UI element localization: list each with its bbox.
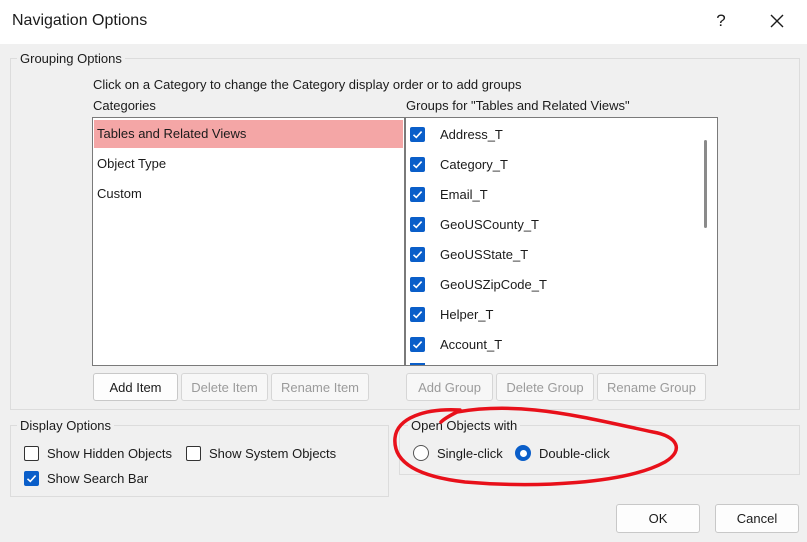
group-item[interactable]: Account_T	[410, 333, 502, 355]
checkmark-icon	[412, 250, 423, 259]
partial-checkbox-edge	[410, 363, 425, 365]
group-item[interactable]: Category_T	[410, 153, 508, 175]
group-item[interactable]: Email_T	[410, 183, 488, 205]
single-click-label: Single-click	[437, 445, 503, 461]
title-bar: Navigation Options ?	[0, 0, 807, 44]
category-item-object-type[interactable]: Object Type	[94, 150, 403, 178]
checkmark-icon	[412, 220, 423, 229]
show-hidden-objects-option[interactable]: Show Hidden Objects	[24, 442, 172, 464]
group-checkbox[interactable]	[410, 126, 425, 142]
add-group-button[interactable]: Add Group	[406, 373, 493, 401]
show-system-objects-checkbox[interactable]	[186, 445, 201, 461]
show-hidden-objects-label: Show Hidden Objects	[47, 445, 173, 461]
delete-item-button[interactable]: Delete Item	[181, 373, 268, 401]
close-button[interactable]	[755, 4, 799, 38]
group-label: Account_T	[440, 336, 503, 352]
open-objects-label: Open Objects with	[408, 418, 521, 433]
grouping-options-label: Grouping Options	[17, 51, 125, 66]
dialog-title: Navigation Options	[12, 12, 148, 29]
checkmark-icon	[412, 160, 423, 169]
group-checkbox[interactable]	[410, 156, 425, 172]
group-label: GeoUSCounty_T	[440, 216, 539, 232]
groups-scrollbar-thumb[interactable]	[704, 140, 707, 228]
group-label: GeoUSZipCode_T	[440, 276, 547, 292]
group-checkbox[interactable]	[410, 276, 425, 292]
group-checkbox[interactable]	[410, 306, 425, 322]
groups-header: Groups for "Tables and Related Views"	[406, 98, 630, 113]
grouping-instructions: Click on a Category to change the Catego…	[93, 77, 522, 92]
cancel-button[interactable]: Cancel	[715, 504, 799, 533]
group-item[interactable]: Address_T	[410, 123, 503, 145]
group-label: Email_T	[440, 186, 488, 202]
category-item-custom[interactable]: Custom	[94, 180, 403, 208]
checkmark-icon	[412, 310, 423, 319]
group-item[interactable]: GeoUSState_T	[410, 243, 528, 265]
categories-header: Categories	[93, 98, 156, 113]
group-item[interactable]: GeoUSCounty_T	[410, 213, 539, 235]
checkmark-icon	[412, 130, 423, 139]
help-button[interactable]: ?	[700, 4, 742, 38]
single-click-radio[interactable]	[413, 445, 429, 461]
group-item[interactable]: Helper_T	[410, 303, 493, 325]
group-item[interactable]: GeoUSZipCode_T	[410, 273, 547, 295]
checkmark-icon	[412, 190, 423, 199]
group-checkbox[interactable]	[410, 186, 425, 202]
rename-item-button[interactable]: Rename Item	[271, 373, 369, 401]
display-options-label: Display Options	[17, 418, 115, 433]
checkmark-icon	[412, 340, 423, 349]
show-search-bar-checkbox[interactable]	[24, 470, 39, 486]
show-search-bar-option[interactable]: Show Search Bar	[24, 467, 148, 489]
group-label: Address_T	[440, 126, 503, 142]
show-hidden-objects-checkbox[interactable]	[24, 445, 39, 461]
group-label: GeoUSState_T	[440, 246, 529, 262]
checkmark-icon	[26, 474, 37, 483]
double-click-label: Double-click	[539, 445, 610, 461]
show-system-objects-option[interactable]: Show System Objects	[186, 442, 336, 464]
delete-group-button[interactable]: Delete Group	[496, 373, 594, 401]
categories-list[interactable]: Tables and Related Views Object Type Cus…	[92, 117, 405, 366]
group-checkbox[interactable]	[410, 246, 425, 262]
rename-group-button[interactable]: Rename Group	[597, 373, 706, 401]
groups-scrollbar[interactable]	[698, 118, 717, 365]
category-item-tables-and-related-views[interactable]: Tables and Related Views	[94, 120, 403, 148]
group-checkbox[interactable]	[410, 336, 425, 352]
add-item-button[interactable]: Add Item	[93, 373, 178, 401]
single-click-option[interactable]: Single-click	[413, 442, 503, 464]
show-system-objects-label: Show System Objects	[209, 445, 337, 461]
group-label: Helper_T	[440, 306, 494, 322]
show-search-bar-label: Show Search Bar	[47, 470, 149, 486]
radio-dot	[519, 449, 527, 457]
checkmark-icon	[412, 280, 423, 289]
groups-list[interactable]: Address_T Category_T Email_T GeoUSCounty…	[405, 117, 718, 366]
double-click-option[interactable]: Double-click	[515, 442, 610, 464]
double-click-radio[interactable]	[515, 445, 531, 461]
group-label: Category_T	[440, 156, 508, 172]
group-checkbox[interactable]	[410, 216, 425, 232]
close-icon	[770, 14, 784, 28]
ok-button[interactable]: OK	[616, 504, 700, 533]
